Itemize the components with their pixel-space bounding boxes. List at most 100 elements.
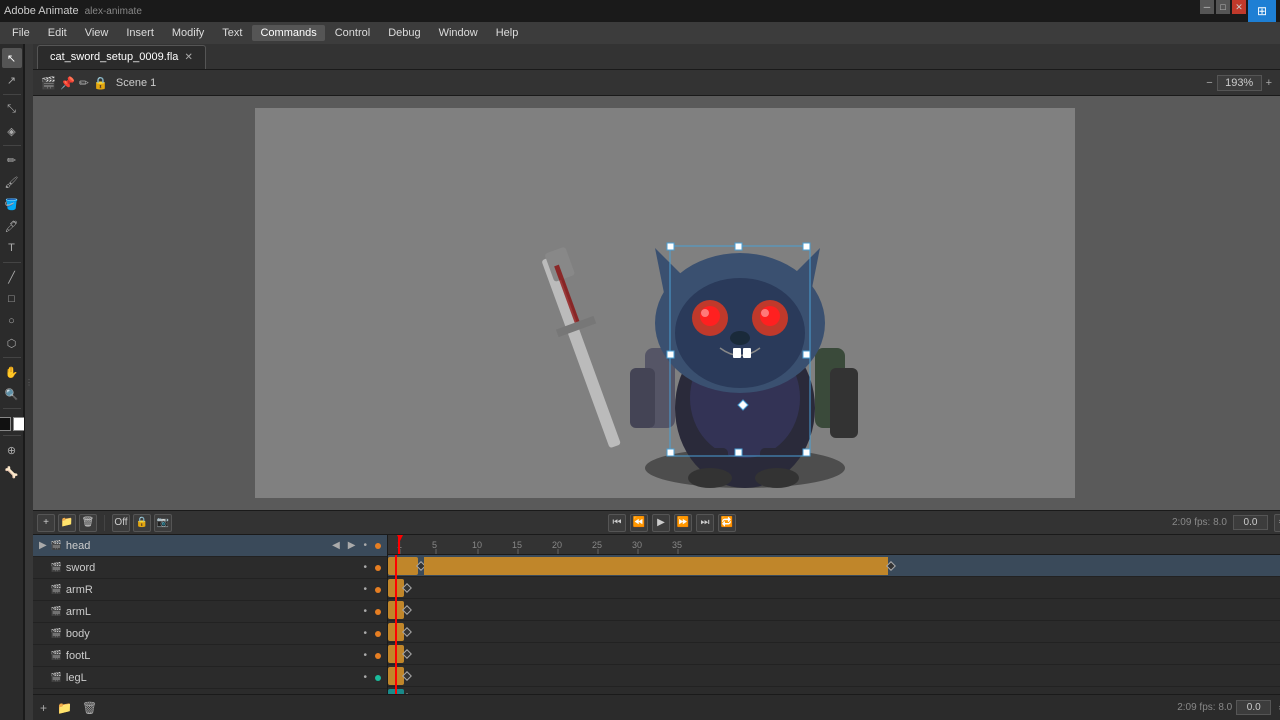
bottom-frame-input[interactable] [1236,700,1271,715]
svg-text:25: 25 [592,540,602,550]
layer-row-armR[interactable]: ▶ 🎬 armR • [33,579,387,601]
hand-tool[interactable]: ✋ [2,362,22,382]
select-tool[interactable]: ↖ [2,48,22,68]
maximize-button[interactable]: □ [1216,0,1230,14]
delete-layer-button[interactable]: 🗑 [79,514,97,532]
zoom-out-icon[interactable]: − [1206,77,1212,89]
file-tab-label: cat_sword_setup_0009.fla [50,51,178,63]
layer-icon-legL: 🎬 [51,672,62,683]
gradient-tool[interactable]: ◈ [2,121,22,141]
paint-bucket-tool[interactable]: 🪣 [2,194,22,214]
menu-text[interactable]: Text [214,25,250,41]
layer-icon-body: 🎬 [51,628,62,639]
playback-off-button[interactable]: Off [112,514,130,532]
line-tool[interactable]: ╱ [2,267,22,287]
camera-icon-tl[interactable]: 📷 [154,514,172,532]
layer-next-head[interactable]: ▶ [348,540,356,551]
play-button[interactable]: ▶ [652,514,670,532]
new-layer-button[interactable]: + [37,514,55,532]
snap-tool[interactable]: ⊕ [2,440,22,460]
layer-row-sword[interactable]: ▶ 🎬 sword • [33,557,387,579]
layer-row-body[interactable]: ▶ 🎬 body • [33,623,387,645]
layer-row-footL[interactable]: ▶ 🎬 footL • [33,645,387,667]
layer-name-armL: armL [66,606,360,618]
settings-icon[interactable]: ⚙ [1275,699,1280,717]
layer-row-head[interactable]: ▶ 🎬 head ◀ ▶ • [33,535,387,557]
add-folder-button[interactable]: 📁 [54,699,75,717]
delete-frame-button[interactable]: 🗑 [79,699,100,717]
loop-button[interactable]: 🔁 [718,514,736,532]
track-body[interactable] [388,643,1280,665]
timeline-settings-button[interactable]: ⚙ [1274,514,1280,532]
free-transform-tool[interactable]: ⤡ [2,99,22,119]
track-armR[interactable] [388,599,1280,621]
layer-icon-head: 🎬 [51,540,62,551]
camera-icon[interactable]: 🎬 [41,76,56,90]
menu-view[interactable]: View [77,25,117,41]
step-forward-button[interactable]: ⏩ [674,514,692,532]
layer-prev-head[interactable]: ◀ [332,540,340,551]
lock-icon[interactable]: 🔒 [133,514,151,532]
new-folder-button[interactable]: 📁 [58,514,76,532]
layer-row-armL[interactable]: ▶ 🎬 armL • [33,601,387,623]
brush-tool[interactable]: 🖌 [2,172,22,192]
zoom-in-icon[interactable]: + [1266,77,1272,89]
track-armR-svg [388,599,1280,621]
goto-end-button[interactable]: ⏭ [696,514,714,532]
step-back-button[interactable]: ⏪ [630,514,648,532]
subselect-tool[interactable]: ↗ [2,70,22,90]
minimize-button[interactable]: ─ [1200,0,1214,14]
menu-edit[interactable]: Edit [40,25,75,41]
app-title: Adobe Animate [4,5,79,17]
frame-count-input[interactable] [1233,515,1268,530]
layer-bullet-legL: • [363,672,367,683]
layer-arrow-head: ▶ [39,540,47,551]
layer-name-footL: footL [66,650,360,662]
menu-insert[interactable]: Insert [118,25,162,41]
oval-tool[interactable]: ○ [2,311,22,331]
menu-commands[interactable]: Commands [252,25,324,41]
zoom-tool[interactable]: 🔍 [2,384,22,404]
layer-bullet-armR: • [363,584,367,595]
menu-help[interactable]: Help [488,25,527,41]
timeline-content: ▶ 🎬 head ◀ ▶ • ▶ 🎬 sword • [33,535,1280,694]
track-armL[interactable] [388,621,1280,643]
rect-tool[interactable]: □ [2,289,22,309]
zoom-input[interactable] [1217,75,1262,91]
track-sword[interactable] [388,577,1280,599]
pin-icon[interactable]: 📌 [60,76,75,90]
text-tool[interactable]: T [2,238,22,258]
lock-scene-icon[interactable]: 🔒 [93,76,108,90]
track-footL-svg [388,665,1280,687]
stroke-color-swatch[interactable] [0,417,11,431]
add-frame-button[interactable]: + [37,699,50,717]
pencil-tool[interactable]: ✏ [2,150,22,170]
goto-start-button[interactable]: ⏮ [608,514,626,532]
layer-bullet-footL: • [363,650,367,661]
edit-scene-icon[interactable]: ✏ [79,76,89,90]
tab-bar: cat_sword_setup_0009.fla ✕ [33,44,1280,70]
track-head[interactable] [388,555,1280,577]
layer-dot-footL [375,653,381,659]
file-tab-close-icon[interactable]: ✕ [184,52,192,63]
poly-tool[interactable]: ⬡ [2,333,22,353]
menu-file[interactable]: File [4,25,38,41]
panel-resize-handle[interactable]: ⋮ [25,44,33,720]
close-button[interactable]: ✕ [1232,0,1246,14]
layer-name-legL: legL [66,672,360,684]
layer-name-body: body [66,628,360,640]
menu-window[interactable]: Window [431,25,486,41]
zoom-controls: − + ▼ [1206,75,1280,91]
track-legL[interactable] [388,687,1280,694]
bone-tool[interactable]: 🦴 [2,462,22,482]
track-footL[interactable] [388,665,1280,687]
menu-modify[interactable]: Modify [164,25,212,41]
tl-divider [104,515,105,531]
ink-bottle-tool[interactable]: 🖊 [2,216,22,236]
layer-name-head: head [66,540,328,552]
layer-panel: ▶ 🎬 head ◀ ▶ • ▶ 🎬 sword • [33,535,388,694]
menu-control[interactable]: Control [327,25,378,41]
file-tab[interactable]: cat_sword_setup_0009.fla ✕ [37,45,206,69]
menu-debug[interactable]: Debug [380,25,428,41]
layer-row-legL[interactable]: ▶ 🎬 legL • [33,667,387,689]
